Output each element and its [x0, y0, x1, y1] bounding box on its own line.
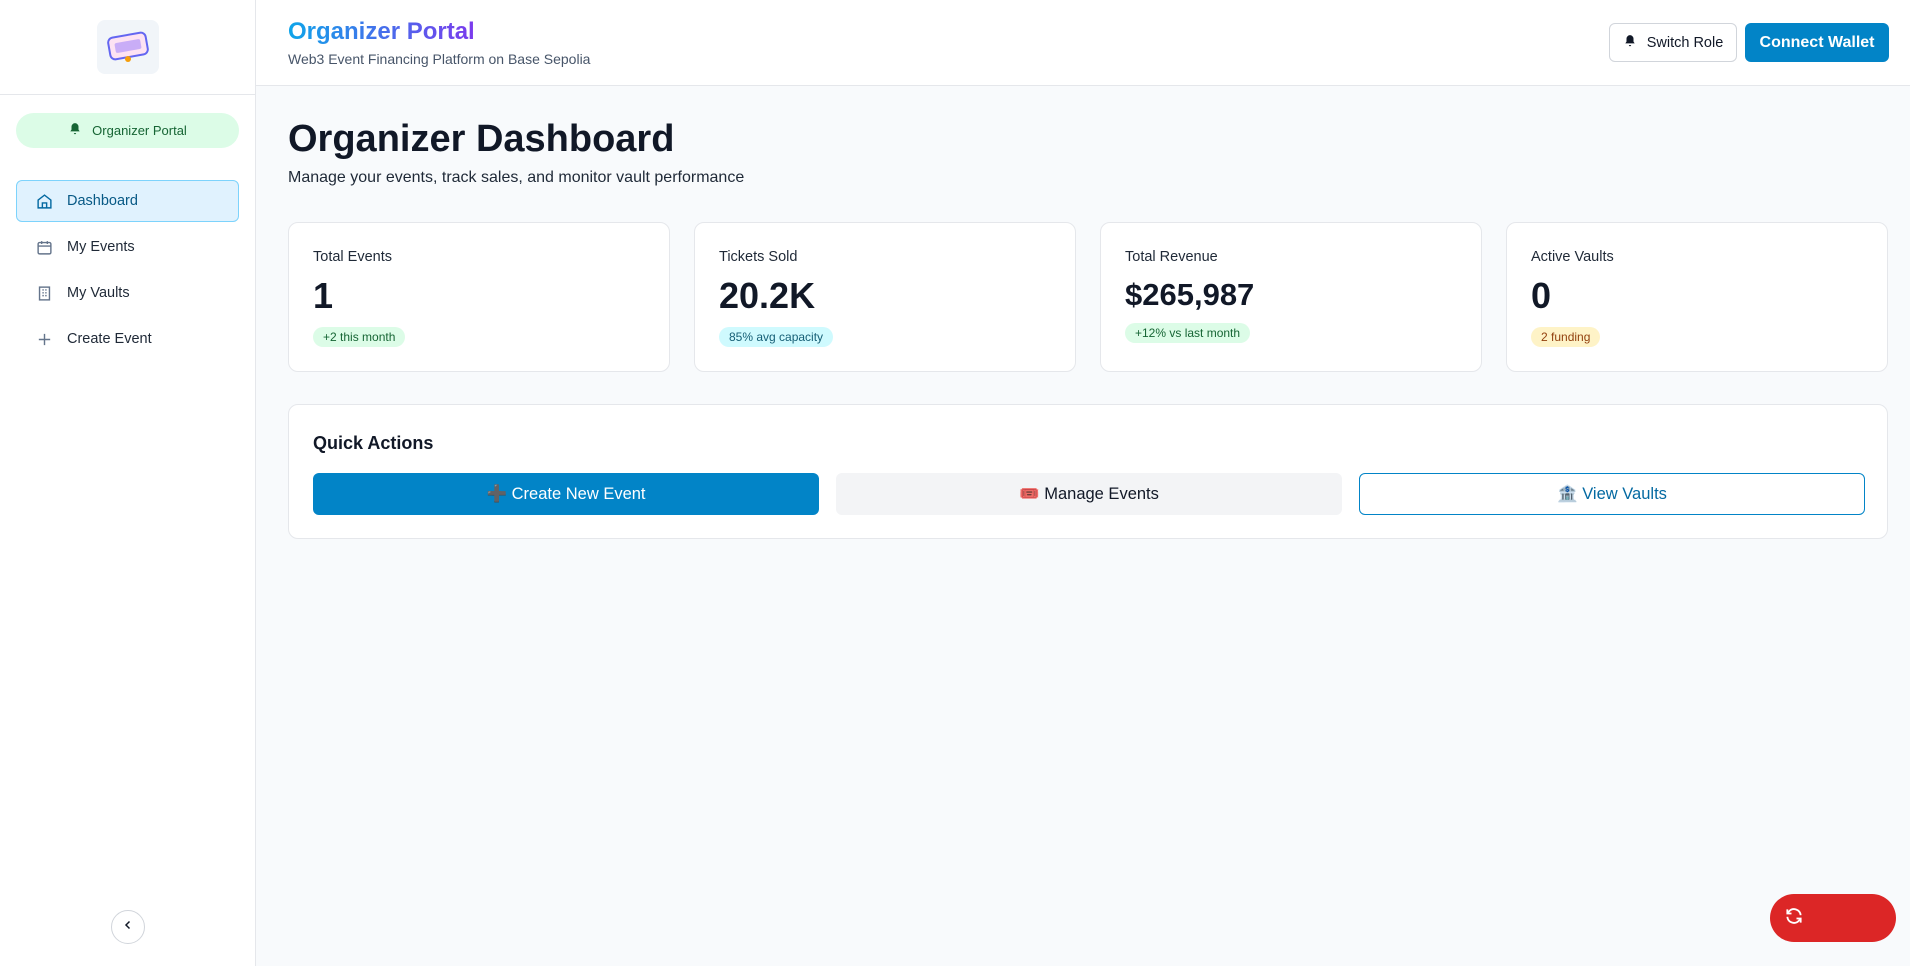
stat-badge: +12% vs last month: [1125, 323, 1251, 343]
refresh-floating-button[interactable]: [1770, 894, 1896, 942]
stat-label: Tickets Sold: [719, 249, 798, 265]
stat-label: Total Events: [313, 249, 392, 265]
app-logo[interactable]: [96, 20, 159, 74]
quick-actions-panel: Quick Actions ➕ Create New Event 🎟️ Mana…: [288, 404, 1888, 539]
switch-role-label: Switch Role: [1646, 34, 1724, 51]
manage-events-button[interactable]: 🎟️ Manage Events: [836, 473, 1342, 515]
sidebar-item-create-event[interactable]: Create Event: [16, 318, 239, 360]
portal-badge-label: Organizer Portal: [92, 123, 187, 138]
bell-icon: [1623, 34, 1637, 52]
view-vaults-button[interactable]: 🏦 View Vaults: [1359, 473, 1865, 515]
home-icon: [35, 192, 53, 210]
bell-icon: [68, 122, 82, 139]
stat-value: 1: [313, 275, 334, 316]
top-header: Organizer Portal Web3 Event Financing Pl…: [256, 0, 1910, 86]
logo-area: [0, 0, 255, 95]
chevron-left-icon: [122, 918, 134, 936]
stat-label: Active Vaults: [1531, 249, 1614, 265]
collapse-sidebar-button[interactable]: [111, 910, 145, 944]
stat-value: $265,987: [1125, 277, 1255, 312]
sidebar-item-my-vaults[interactable]: My Vaults: [16, 272, 239, 314]
sidebar-item-my-events[interactable]: My Events: [16, 226, 239, 268]
connect-wallet-button[interactable]: Connect Wallet: [1745, 23, 1889, 62]
page-title: Organizer Dashboard: [288, 118, 675, 160]
sidebar-item-label: Create Event: [67, 331, 152, 347]
sidebar-item-label: Dashboard: [67, 193, 138, 209]
stat-card-total-events: Total Events 1 +2 this month: [288, 222, 670, 372]
stat-badge: 85% avg capacity: [719, 327, 834, 347]
sidebar-nav: Dashboard My Events My Vaults Create Eve…: [16, 180, 239, 364]
stat-value: 20.2K: [719, 275, 816, 316]
sidebar-item-dashboard[interactable]: Dashboard: [16, 180, 239, 222]
stat-badge: +2 this month: [313, 327, 406, 347]
stat-card-total-revenue: Total Revenue $265,987 +12% vs last mont…: [1100, 222, 1482, 372]
sidebar: Organizer Portal Dashboard My Events My …: [0, 0, 256, 966]
stat-card-tickets-sold: Tickets Sold 20.2K 85% avg capacity: [694, 222, 1076, 372]
plus-icon: [35, 330, 53, 348]
stats-cards: Total Events 1 +2 this month Tickets Sol…: [288, 222, 1888, 372]
stat-value: 0: [1531, 275, 1552, 316]
stat-label: Total Revenue: [1125, 249, 1218, 265]
header-subtitle: Web3 Event Financing Platform on Base Se…: [288, 51, 591, 67]
switch-role-button[interactable]: Switch Role: [1609, 23, 1737, 62]
quick-actions-title: Quick Actions: [313, 433, 434, 453]
page-subtitle: Manage your events, track sales, and mon…: [288, 169, 745, 186]
refresh-icon: [1784, 906, 1804, 931]
stat-badge: 2 funding: [1531, 327, 1601, 347]
organizer-portal-badge: Organizer Portal: [16, 113, 239, 148]
building-icon: [35, 284, 53, 302]
header-title: Organizer Portal: [288, 18, 475, 45]
calendar-icon: [35, 238, 53, 256]
stat-card-active-vaults: Active Vaults 0 2 funding: [1506, 222, 1888, 372]
create-new-event-button[interactable]: ➕ Create New Event: [313, 473, 819, 515]
sidebar-item-label: My Vaults: [67, 285, 130, 301]
sidebar-item-label: My Events: [67, 239, 135, 255]
